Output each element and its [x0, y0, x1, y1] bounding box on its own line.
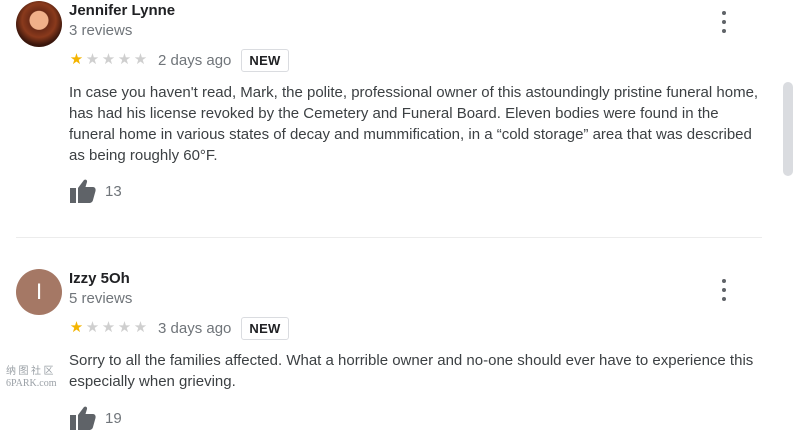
star-icon: ★	[101, 51, 116, 68]
star-icon: ★	[69, 319, 84, 336]
review-date: 2 days ago	[158, 51, 232, 69]
thumbs-up-icon	[70, 406, 96, 430]
like-count: 19	[105, 409, 122, 427]
star-icon: ★	[117, 319, 132, 336]
rating-row: ★ ★ ★ ★ ★ 3 days ago NEW	[69, 316, 289, 340]
review-text: In case you haven't read, Mark, the poli…	[69, 84, 759, 164]
star-icon: ★	[85, 51, 100, 68]
star-rating: ★ ★ ★ ★ ★	[69, 52, 148, 68]
star-icon: ★	[101, 319, 116, 336]
watermark-line2: 6PARK.com	[6, 378, 57, 389]
reviewer-name[interactable]: Jennifer Lynne	[69, 2, 175, 19]
star-icon: ★	[117, 51, 132, 68]
star-rating: ★ ★ ★ ★ ★	[69, 320, 148, 336]
star-icon: ★	[133, 319, 148, 336]
avatar[interactable]: I	[16, 269, 62, 315]
star-icon: ★	[85, 319, 100, 336]
thumbs-up-icon	[70, 179, 96, 203]
new-badge: NEW	[241, 48, 289, 72]
reviewer-name[interactable]: Izzy 5Oh	[69, 270, 130, 287]
avatar[interactable]	[16, 1, 62, 47]
star-icon: ★	[69, 51, 84, 68]
divider	[16, 237, 762, 238]
star-icon: ★	[133, 51, 148, 68]
more-options-icon[interactable]	[714, 11, 734, 33]
more-options-icon[interactable]	[714, 279, 734, 301]
review-text: Sorry to all the families affected. What…	[69, 352, 754, 390]
like-button[interactable]: 13	[70, 179, 122, 203]
watermark-line1: 纳 图 社 区	[6, 366, 54, 377]
watermark: 纳 图 社 区 6PARK.com	[6, 366, 56, 390]
scrollbar-thumb[interactable]	[783, 82, 793, 176]
reviewer-review-count[interactable]: 5 reviews	[69, 290, 132, 307]
reviewer-review-count[interactable]: 3 reviews	[69, 22, 132, 39]
like-count: 13	[105, 182, 122, 200]
new-badge: NEW	[241, 316, 289, 340]
rating-row: ★ ★ ★ ★ ★ 2 days ago NEW	[69, 48, 289, 72]
review-date: 3 days ago	[158, 319, 232, 337]
like-button[interactable]: 19	[70, 406, 122, 430]
